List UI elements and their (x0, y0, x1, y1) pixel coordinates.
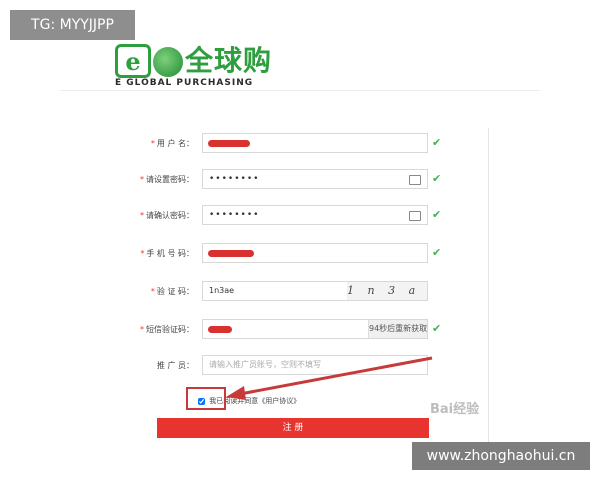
redacted-value (208, 140, 250, 147)
keyboard-icon[interactable] (409, 175, 421, 185)
username-valid-icon: ✔ (432, 136, 442, 149)
arrow-head (226, 386, 246, 400)
annotation-arrow (226, 356, 433, 400)
redacted-value (208, 326, 232, 333)
username-input[interactable] (202, 133, 428, 153)
arrow-shaft (239, 356, 433, 396)
keyboard-icon[interactable] (409, 211, 421, 221)
register-button[interactable]: 注 册 (157, 418, 429, 438)
captcha-image[interactable]: 1 n 3 a e (347, 282, 427, 300)
tg-badge: TG: MYYJJPP (10, 10, 135, 40)
logo-english-text: E GLOBAL PURCHASING (115, 78, 254, 88)
phone-input[interactable] (202, 243, 428, 263)
sms-code-label: * 短信验证码： (140, 325, 194, 334)
password-input[interactable]: •••••••• (202, 169, 428, 189)
globe-icon (153, 47, 183, 77)
redacted-value (208, 250, 254, 257)
confirm-password-input[interactable]: •••••••• (202, 205, 428, 225)
username-label: * 用 户 名： (150, 139, 194, 148)
resend-sms-button[interactable]: 94秒后重新获取 (368, 320, 427, 338)
password-label: * 请设置密码： (140, 175, 194, 184)
header-divider (60, 90, 540, 91)
side-divider (488, 128, 489, 448)
sms-code-valid-icon: ✔ (432, 322, 442, 335)
logo-e-letter: e (115, 44, 151, 78)
password-valid-icon: ✔ (432, 172, 442, 185)
password-dots: •••••••• (209, 174, 260, 184)
site-logo[interactable]: e 全球购 E GLOBAL PURCHASING (115, 44, 290, 90)
logo-chinese-text: 全球购 (185, 44, 273, 77)
phone-label: * 手 机 号 码： (140, 249, 194, 258)
confirm-password-valid-icon: ✔ (432, 208, 442, 221)
sms-code-input[interactable]: 94秒后重新获取 (202, 319, 428, 339)
baidu-watermark: Bai经验 (430, 402, 480, 417)
phone-valid-icon: ✔ (432, 246, 442, 259)
captcha-value: 1n3ae (209, 286, 235, 295)
confirm-password-dots: •••••••• (209, 210, 260, 220)
captcha-input[interactable]: 1n3ae 1 n 3 a e (202, 281, 428, 301)
site-watermark: www.zhonghaohui.cn (412, 442, 590, 470)
captcha-label: * 验 证 码： (150, 287, 194, 296)
promoter-label: 推 广 员： (156, 361, 194, 370)
confirm-password-label: * 请确认密码： (140, 211, 194, 220)
